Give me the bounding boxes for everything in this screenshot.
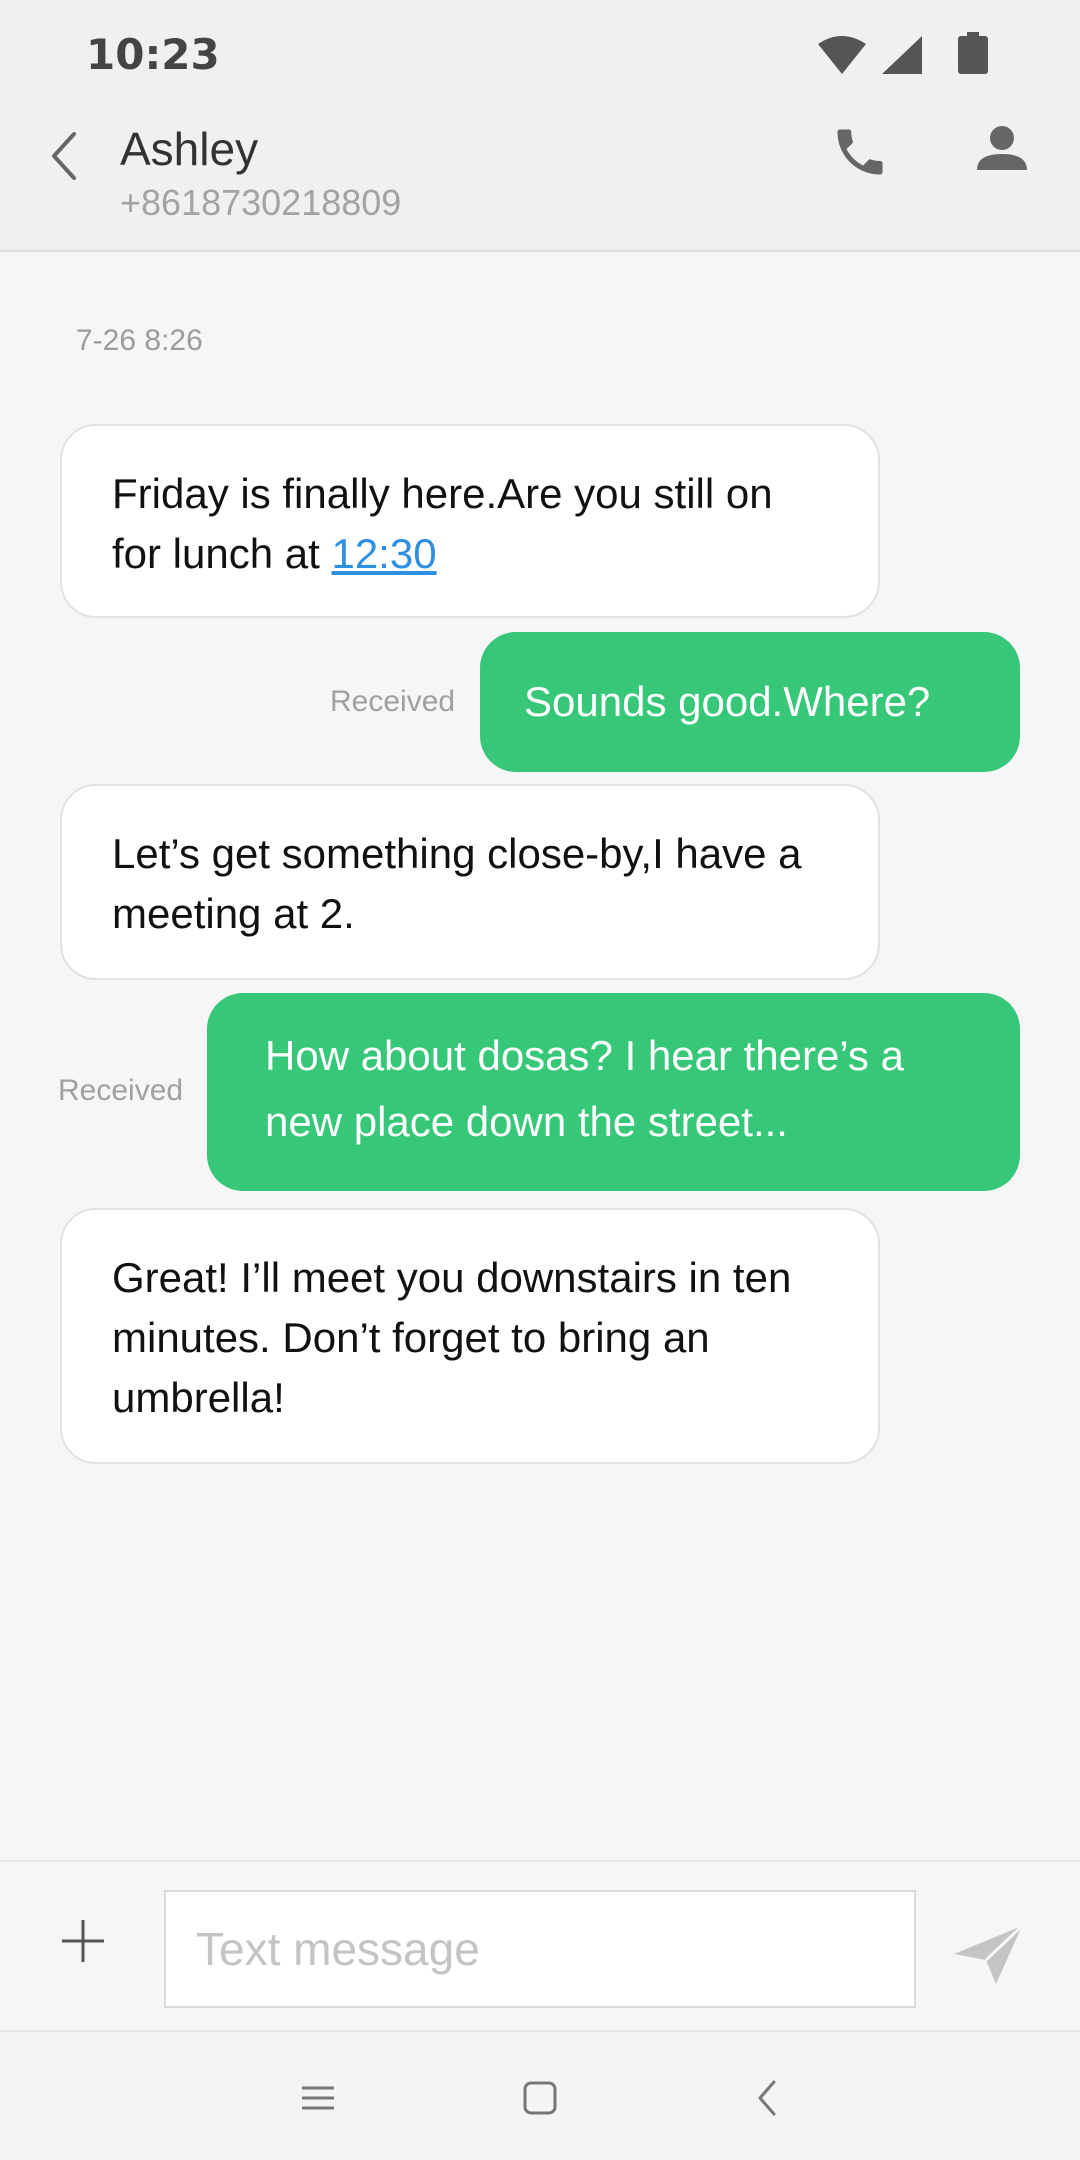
contact-profile-button[interactable] [975, 122, 1029, 182]
status-bar: 10:23 [0, 0, 1080, 112]
delivery-status: Received [58, 1074, 184, 1107]
home-button[interactable] [520, 2078, 560, 2118]
send-button[interactable] [952, 1924, 1024, 1986]
message-text: Great! I’ll meet you downstairs in ten m… [112, 1254, 792, 1421]
add-attachment-button[interactable] [58, 1916, 108, 1966]
message-composer [0, 1860, 1080, 2032]
conversation-header: Ashley +8618730218809 [0, 112, 1080, 252]
call-button[interactable] [830, 122, 890, 182]
message-date: 7-26 8:26 [76, 324, 203, 357]
menu-button[interactable] [298, 2078, 338, 2118]
message-text: Friday is finally here.Are you still on … [112, 470, 773, 577]
home-icon [523, 2081, 557, 2115]
contact-name[interactable]: Ashley [120, 122, 258, 176]
battery-icon [958, 32, 988, 79]
time-link[interactable]: 12:30 [331, 530, 436, 577]
back-nav-button[interactable] [748, 2078, 788, 2118]
back-icon [758, 2080, 776, 2116]
message-input[interactable] [164, 1890, 916, 2008]
plus-icon [62, 1920, 104, 1962]
system-nav-bar [0, 2030, 1080, 2160]
wifi-icon [818, 36, 866, 79]
incoming-message[interactable]: Great! I’ll meet you downstairs in ten m… [60, 1208, 880, 1464]
chevron-left-icon [52, 132, 76, 180]
send-icon [954, 1924, 1024, 1984]
incoming-message[interactable]: Friday is finally here.Are you still on … [60, 424, 880, 618]
message-text: Sounds good.Where? [524, 678, 931, 725]
contact-number: +8618730218809 [120, 182, 402, 223]
message-text: Let’s get something close-by,I have a me… [112, 830, 802, 937]
incoming-message[interactable]: Let’s get something close-by,I have a me… [60, 784, 880, 980]
status-time: 10:23 [86, 30, 220, 79]
delivery-status: Received [330, 685, 456, 718]
message-text: How about dosas? I hear there’s a new pl… [265, 1032, 904, 1145]
menu-icon [302, 2086, 334, 2110]
outgoing-message[interactable]: Sounds good.Where? [480, 632, 1020, 772]
signal-icon [882, 36, 922, 79]
phone-icon [837, 129, 883, 175]
back-button[interactable] [40, 126, 90, 186]
messaging-screen: 10:23 Ashley +8618730218809 7-26 8:26 Fr… [0, 0, 1080, 2160]
person-icon [977, 126, 1027, 170]
outgoing-message[interactable]: How about dosas? I hear there’s a new pl… [207, 993, 1020, 1191]
